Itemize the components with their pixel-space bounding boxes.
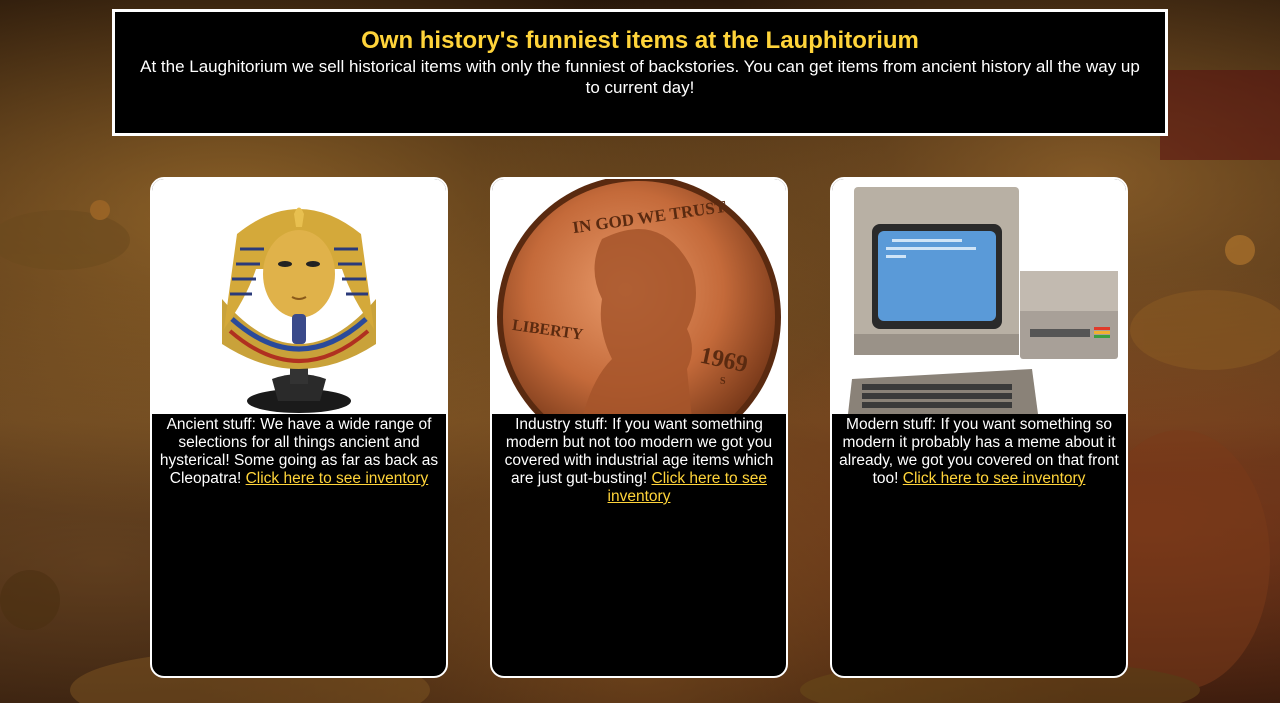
card-modern: Modern stuff: If you want something so m…: [830, 177, 1128, 678]
card-ancient-text: Ancient stuff: We have a wide range of s…: [152, 414, 446, 488]
card-industry: IN GOD WE TRUST LIBERTY 1969 S Industry …: [490, 177, 788, 678]
card-modern-link[interactable]: Click here to see inventory: [903, 470, 1086, 487]
card-ancient: Ancient stuff: We have a wide range of s…: [150, 177, 448, 678]
pharaoh-mask-icon: [222, 207, 376, 413]
penny-coin-image: IN GOD WE TRUST LIBERTY 1969 S: [492, 179, 786, 414]
page-description: At the Laughitorium we sell historical i…: [140, 57, 1140, 97]
retro-computer-image: [832, 179, 1126, 414]
page-title: Own history's funniest items at the Laup…: [361, 27, 919, 54]
card-ancient-link[interactable]: Click here to see inventory: [246, 470, 429, 487]
card-modern-text: Modern stuff: If you want something so m…: [832, 414, 1126, 488]
pharaoh-mask-image: [152, 179, 446, 414]
penny-coin-icon: IN GOD WE TRUST LIBERTY 1969 S: [497, 179, 781, 414]
coin-mint: S: [720, 376, 726, 387]
header-banner: Own history's funniest items at the Laup…: [112, 9, 1168, 136]
card-industry-text: Industry stuff: If you want something mo…: [492, 414, 786, 506]
retro-computer-icon: [848, 187, 1118, 414]
